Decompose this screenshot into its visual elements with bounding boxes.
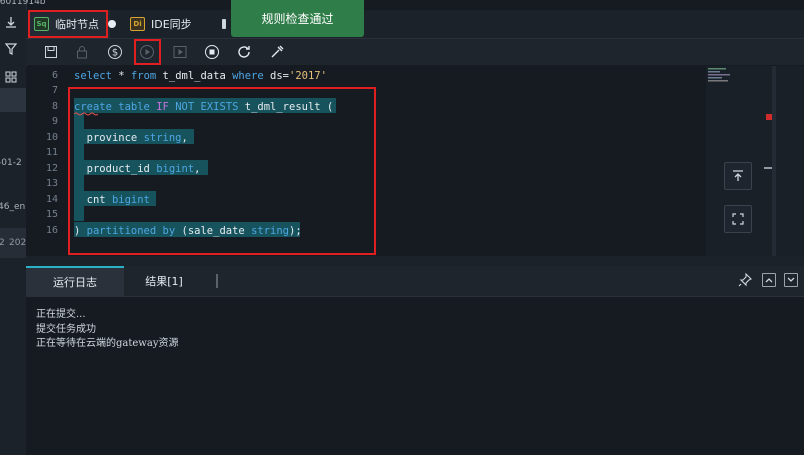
fullscreen-button[interactable] (724, 205, 752, 233)
line-number: 6 (51, 70, 58, 81)
lock-icon[interactable] (73, 43, 91, 61)
line-number: 14 (45, 194, 58, 205)
run-advanced-icon[interactable] (171, 43, 189, 61)
line-number: 7 (51, 85, 58, 96)
expand-icon (732, 213, 744, 225)
log-line: 正在提交... (36, 309, 86, 320)
tab-ide-sync-label: IDE同步 (151, 18, 192, 31)
line-number: 9 (51, 116, 58, 127)
dollar-icon[interactable]: $ (106, 43, 124, 61)
line-number: 11 (45, 147, 58, 158)
minimize-panel-icon[interactable] (784, 273, 798, 287)
toast-text: 规则检查通过 (261, 12, 334, 26)
tab-ide-sync[interactable]: Di IDE同步 (126, 10, 220, 38)
left-rail-selected-row[interactable] (0, 88, 26, 112)
format-icon[interactable] (268, 43, 286, 61)
pin-icon[interactable] (738, 273, 752, 287)
line-number-gutter: 6 7 8 9 10 11 12 13 14 15 16 (26, 66, 66, 256)
tab-overflow-icon[interactable] (222, 19, 226, 29)
stop-icon[interactable] (203, 43, 221, 61)
editor-tab-bar: Sq 临时节点 Di IDE同步 (26, 10, 804, 39)
run-log-output: 正在提交... 提交任务成功 正在等待在云端的gateway资源 (26, 297, 804, 455)
di-node-icon: Di (130, 17, 145, 31)
line-number: 13 (45, 178, 58, 189)
filter-icon[interactable] (4, 42, 18, 56)
annotation-box-tab (28, 10, 108, 38)
line-number: 15 (45, 209, 58, 220)
log-line: 正在等待在云端的gateway资源 (36, 338, 179, 349)
left-rail-year-fragment: 202 (9, 238, 27, 248)
error-marker (766, 114, 772, 120)
annotation-box-code (68, 87, 376, 255)
grid-icon[interactable] (4, 70, 18, 84)
left-rail: b6011914b -01-2 46_en 2 202 (0, 0, 46, 455)
refresh-icon[interactable] (235, 43, 253, 61)
output-panel-header: 运行日志 结果[1] (26, 266, 804, 297)
line-number: 10 (45, 132, 58, 143)
editor-right-panel (762, 66, 804, 256)
left-rail-date-fragment: -01-2 (0, 158, 22, 168)
save-icon[interactable] (42, 43, 60, 61)
panel-resize-handle[interactable] (26, 256, 804, 266)
scroll-position-marker (764, 167, 772, 169)
scroll-to-top-button[interactable] (724, 162, 752, 190)
svg-text:$: $ (112, 48, 118, 59)
line-number: 12 (45, 163, 58, 174)
vertical-scrollbar[interactable] (772, 66, 776, 256)
tab-results-label: 结果[1] (145, 275, 183, 288)
tab-run-log[interactable]: 运行日志 (26, 266, 124, 296)
rule-check-toast: 规则检查通过 (231, 0, 364, 37)
code-line-6: select * from t_dml_data where ds='2017' (74, 70, 327, 82)
scroll-top-icon (733, 170, 743, 181)
minimap-preview (708, 68, 730, 82)
left-rail-name-fragment: 46_en (0, 202, 26, 212)
line-number: 8 (51, 101, 58, 112)
unsaved-dot-icon[interactable] (108, 20, 116, 28)
tab-run-log-label: 运行日志 (53, 276, 97, 289)
left-rail-num-fragment: 2 (0, 238, 5, 248)
annotation-box-run (134, 39, 161, 65)
maximize-panel-icon[interactable] (762, 273, 776, 287)
left-rail-top-fragment: b6011914b (0, 0, 46, 7)
tab-results[interactable]: 结果[1] (124, 266, 204, 296)
tab-separator (216, 274, 218, 288)
line-number: 16 (45, 225, 58, 236)
log-line: 提交任务成功 (36, 324, 96, 335)
import-icon[interactable] (4, 16, 18, 30)
